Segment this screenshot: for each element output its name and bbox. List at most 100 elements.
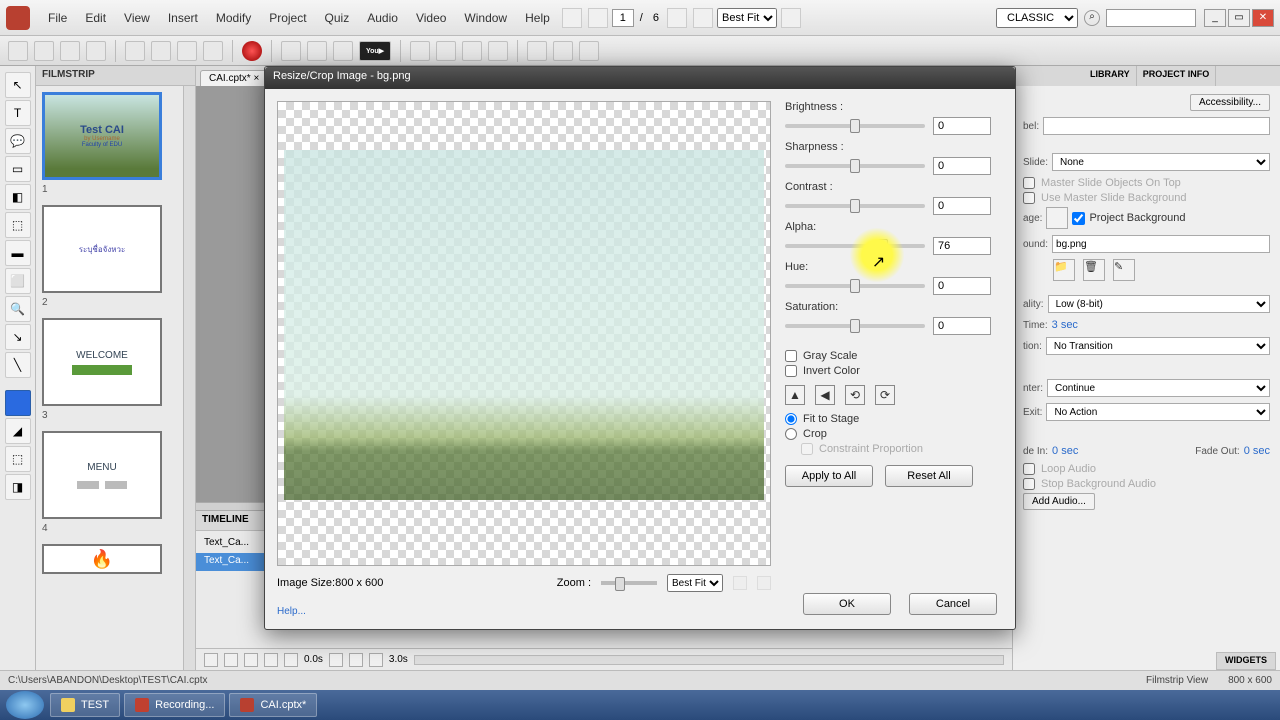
- stop-bgaudio-checkbox[interactable]: [1023, 478, 1035, 490]
- brightness-slider[interactable]: [785, 124, 925, 128]
- alpha-input[interactable]: [933, 237, 991, 255]
- redo-icon[interactable]: [86, 41, 106, 61]
- crop-icon[interactable]: [588, 8, 608, 28]
- duplicate-icon[interactable]: [177, 41, 197, 61]
- onexit-select[interactable]: No Action: [1046, 403, 1270, 421]
- zoom-slider[interactable]: [601, 581, 657, 585]
- contrast-input[interactable]: [933, 197, 991, 215]
- add-audio-button[interactable]: Add Audio...: [1023, 493, 1095, 510]
- timeline-prev-icon[interactable]: [224, 653, 238, 667]
- audio-icon[interactable]: [281, 41, 301, 61]
- timeline-marker-out-icon[interactable]: [349, 653, 363, 667]
- record-icon[interactable]: [242, 41, 262, 61]
- dialog-titlebar[interactable]: Resize/Crop Image - bg.png: [265, 67, 1015, 89]
- zoom-tool-icon[interactable]: 🔍: [5, 296, 31, 322]
- stage-color-icon[interactable]: [1046, 207, 1068, 229]
- tab-close-icon[interactable]: ×: [253, 73, 259, 84]
- menu-window[interactable]: Window: [456, 7, 515, 29]
- start-button[interactable]: [6, 691, 44, 719]
- timeline-play-icon[interactable]: [244, 653, 258, 667]
- sharpness-slider[interactable]: [785, 164, 925, 168]
- menu-video[interactable]: Video: [408, 7, 454, 29]
- rotate-ccw-icon[interactable]: ⟲: [845, 385, 865, 405]
- bg-delete-icon[interactable]: 🗑: [1083, 259, 1105, 281]
- click-tool-icon[interactable]: ⬚: [5, 212, 31, 238]
- snap-icon[interactable]: [667, 8, 687, 28]
- grayscale-checkbox[interactable]: [785, 350, 797, 362]
- line-tool-icon[interactable]: ╲: [5, 352, 31, 378]
- slide-thumb-3[interactable]: WELCOME: [42, 318, 162, 406]
- slide-number-input[interactable]: [612, 9, 634, 27]
- menu-help[interactable]: Help: [517, 7, 558, 29]
- distribute-icon[interactable]: [488, 41, 508, 61]
- search-input[interactable]: [1106, 9, 1196, 27]
- youtube-icon[interactable]: You▶: [359, 41, 391, 61]
- cancel-button[interactable]: Cancel: [909, 593, 997, 615]
- ok-button[interactable]: OK: [803, 593, 891, 615]
- maximize-button[interactable]: ▭: [1228, 9, 1250, 27]
- ungroup-icon[interactable]: [436, 41, 456, 61]
- grid-icon[interactable]: [579, 41, 599, 61]
- menu-quiz[interactable]: Quiz: [317, 7, 358, 29]
- slide-thumb-1[interactable]: Test CAI by Username Faculty of EDU: [42, 92, 162, 180]
- document-tab[interactable]: CAI.cptx* ×: [200, 70, 268, 86]
- workspace-select[interactable]: CLASSIC: [996, 8, 1078, 28]
- master-ontop-checkbox[interactable]: [1023, 177, 1035, 189]
- taskbar-item-3[interactable]: CAI.cptx*: [229, 693, 317, 717]
- align-icon[interactable]: [462, 41, 482, 61]
- quality-select[interactable]: Low (8-bit): [1048, 295, 1270, 313]
- bg-browse-icon[interactable]: 📁: [1053, 259, 1075, 281]
- timeline-marker-in-icon[interactable]: [329, 653, 343, 667]
- slide-thumb-4[interactable]: MENU: [42, 431, 162, 519]
- menu-file[interactable]: File: [40, 7, 75, 29]
- saturation-slider[interactable]: [785, 324, 925, 328]
- timeline-audio-icon[interactable]: [284, 653, 298, 667]
- text-tool-icon[interactable]: T: [5, 100, 31, 126]
- master-slide-select[interactable]: None: [1052, 153, 1270, 171]
- flip-v-icon[interactable]: ◀: [815, 385, 835, 405]
- swap-color-icon[interactable]: ⬚: [5, 446, 31, 472]
- project-bg-checkbox[interactable]: [1072, 212, 1085, 225]
- tab-project-info[interactable]: PROJECT INFO: [1137, 66, 1217, 86]
- bg-edit-icon[interactable]: ✎: [1113, 259, 1135, 281]
- hue-input[interactable]: [933, 277, 991, 295]
- undo-icon[interactable]: [60, 41, 80, 61]
- lock-icon[interactable]: [693, 8, 713, 28]
- new-icon[interactable]: [8, 41, 28, 61]
- rollover-icon[interactable]: [527, 41, 547, 61]
- hue-slider[interactable]: [785, 284, 925, 288]
- group-icon[interactable]: [410, 41, 430, 61]
- timeline-next-icon[interactable]: [264, 653, 278, 667]
- save-icon[interactable]: [34, 41, 54, 61]
- fit-select[interactable]: Best Fit: [717, 8, 777, 28]
- help-link[interactable]: Help...: [277, 606, 306, 617]
- label-input[interactable]: [1043, 117, 1270, 135]
- table-icon[interactable]: [553, 41, 573, 61]
- menu-insert[interactable]: Insert: [160, 7, 206, 29]
- menu-audio[interactable]: Audio: [359, 7, 406, 29]
- menu-project[interactable]: Project: [261, 7, 314, 29]
- mail-icon[interactable]: [562, 8, 582, 28]
- filmstrip-scrollbar[interactable]: [183, 86, 195, 670]
- onenter-select[interactable]: Continue: [1047, 379, 1270, 397]
- transition-select[interactable]: No Transition: [1046, 337, 1270, 355]
- background-input[interactable]: [1052, 235, 1270, 253]
- zoom-select[interactable]: Best Fit: [667, 574, 723, 592]
- copy-icon[interactable]: [125, 41, 145, 61]
- menu-edit[interactable]: Edit: [77, 7, 114, 29]
- paste-icon[interactable]: [151, 41, 171, 61]
- fill-color-icon[interactable]: [5, 390, 31, 416]
- menu-view[interactable]: View: [116, 7, 158, 29]
- delete-icon[interactable]: [203, 41, 223, 61]
- apply-all-button[interactable]: Apply to All: [785, 465, 873, 487]
- crop-radio[interactable]: [785, 428, 797, 440]
- mouse-tool-icon[interactable]: ↘: [5, 324, 31, 350]
- loop-audio-checkbox[interactable]: [1023, 463, 1035, 475]
- menu-modify[interactable]: Modify: [208, 7, 259, 29]
- highlight-tool-icon[interactable]: ◧: [5, 184, 31, 210]
- button-tool-icon[interactable]: ▬: [5, 240, 31, 266]
- hand-icon[interactable]: [781, 8, 801, 28]
- brightness-input[interactable]: [933, 117, 991, 135]
- taskbar-item-1[interactable]: TEST: [50, 693, 120, 717]
- sharpness-input[interactable]: [933, 157, 991, 175]
